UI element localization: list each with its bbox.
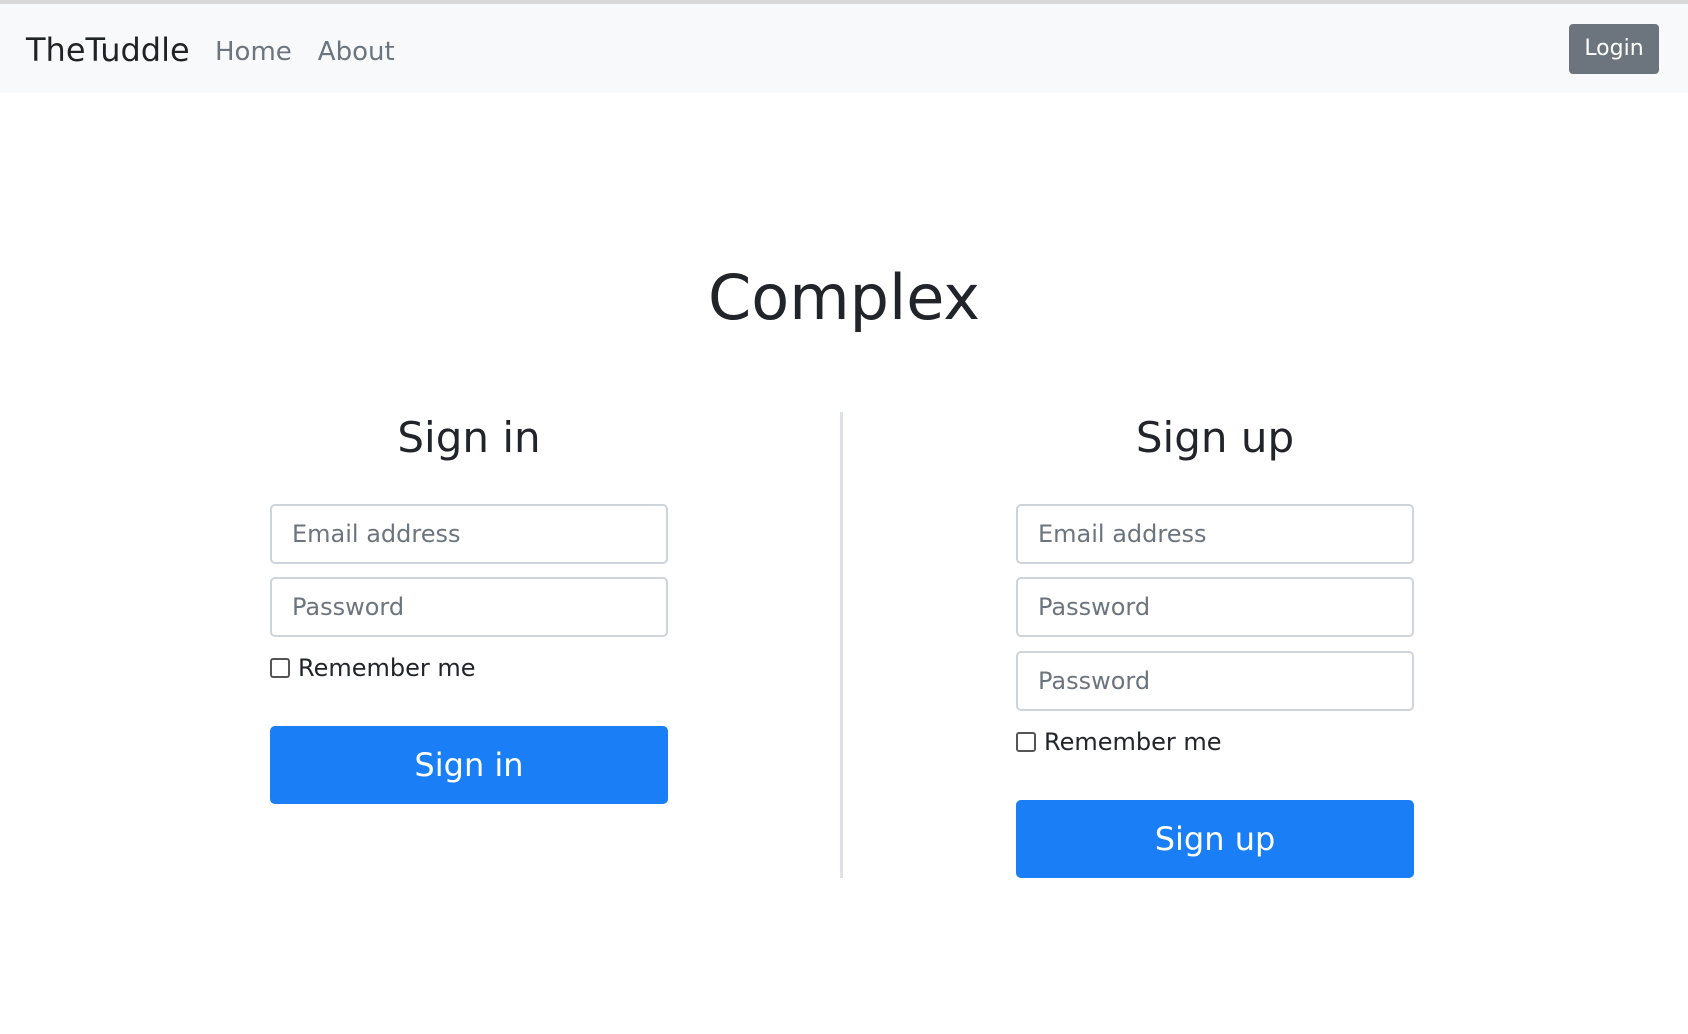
nav-links: Home About <box>215 34 395 70</box>
brand-logo[interactable]: TheTuddle <box>26 30 190 70</box>
signup-remember-row: Remember me <box>1016 727 1222 757</box>
navbar: TheTuddle Home About Login <box>0 4 1688 93</box>
signin-email-input[interactable] <box>270 504 668 564</box>
signin-remember-checkbox[interactable] <box>270 658 290 678</box>
signup-remember-label: Remember me <box>1044 728 1222 756</box>
nav-link-home[interactable]: Home <box>215 34 292 70</box>
signup-button[interactable]: Sign up <box>1016 800 1414 878</box>
signin-password-input[interactable] <box>270 577 668 637</box>
page: TheTuddle Home About Login Complex Sign … <box>0 0 1688 1034</box>
signin-title: Sign in <box>397 413 541 462</box>
signin-remember-row: Remember me <box>270 653 476 683</box>
signup-remember-checkbox[interactable] <box>1016 732 1036 752</box>
signin-remember-label: Remember me <box>298 654 476 682</box>
login-button[interactable]: Login <box>1569 24 1659 74</box>
column-divider <box>840 412 843 878</box>
signup-password-input[interactable] <box>1016 577 1414 637</box>
nav-link-about[interactable]: About <box>318 34 395 70</box>
signup-form: Sign up Remember me Sign up <box>1016 412 1414 892</box>
signup-title: Sign up <box>1135 413 1295 462</box>
signin-button[interactable]: Sign in <box>270 726 668 804</box>
page-title: Complex <box>708 261 980 334</box>
signup-confirm-password-input[interactable] <box>1016 651 1414 711</box>
signup-email-input[interactable] <box>1016 504 1414 564</box>
signin-form: Sign in Remember me Sign in <box>270 412 668 812</box>
